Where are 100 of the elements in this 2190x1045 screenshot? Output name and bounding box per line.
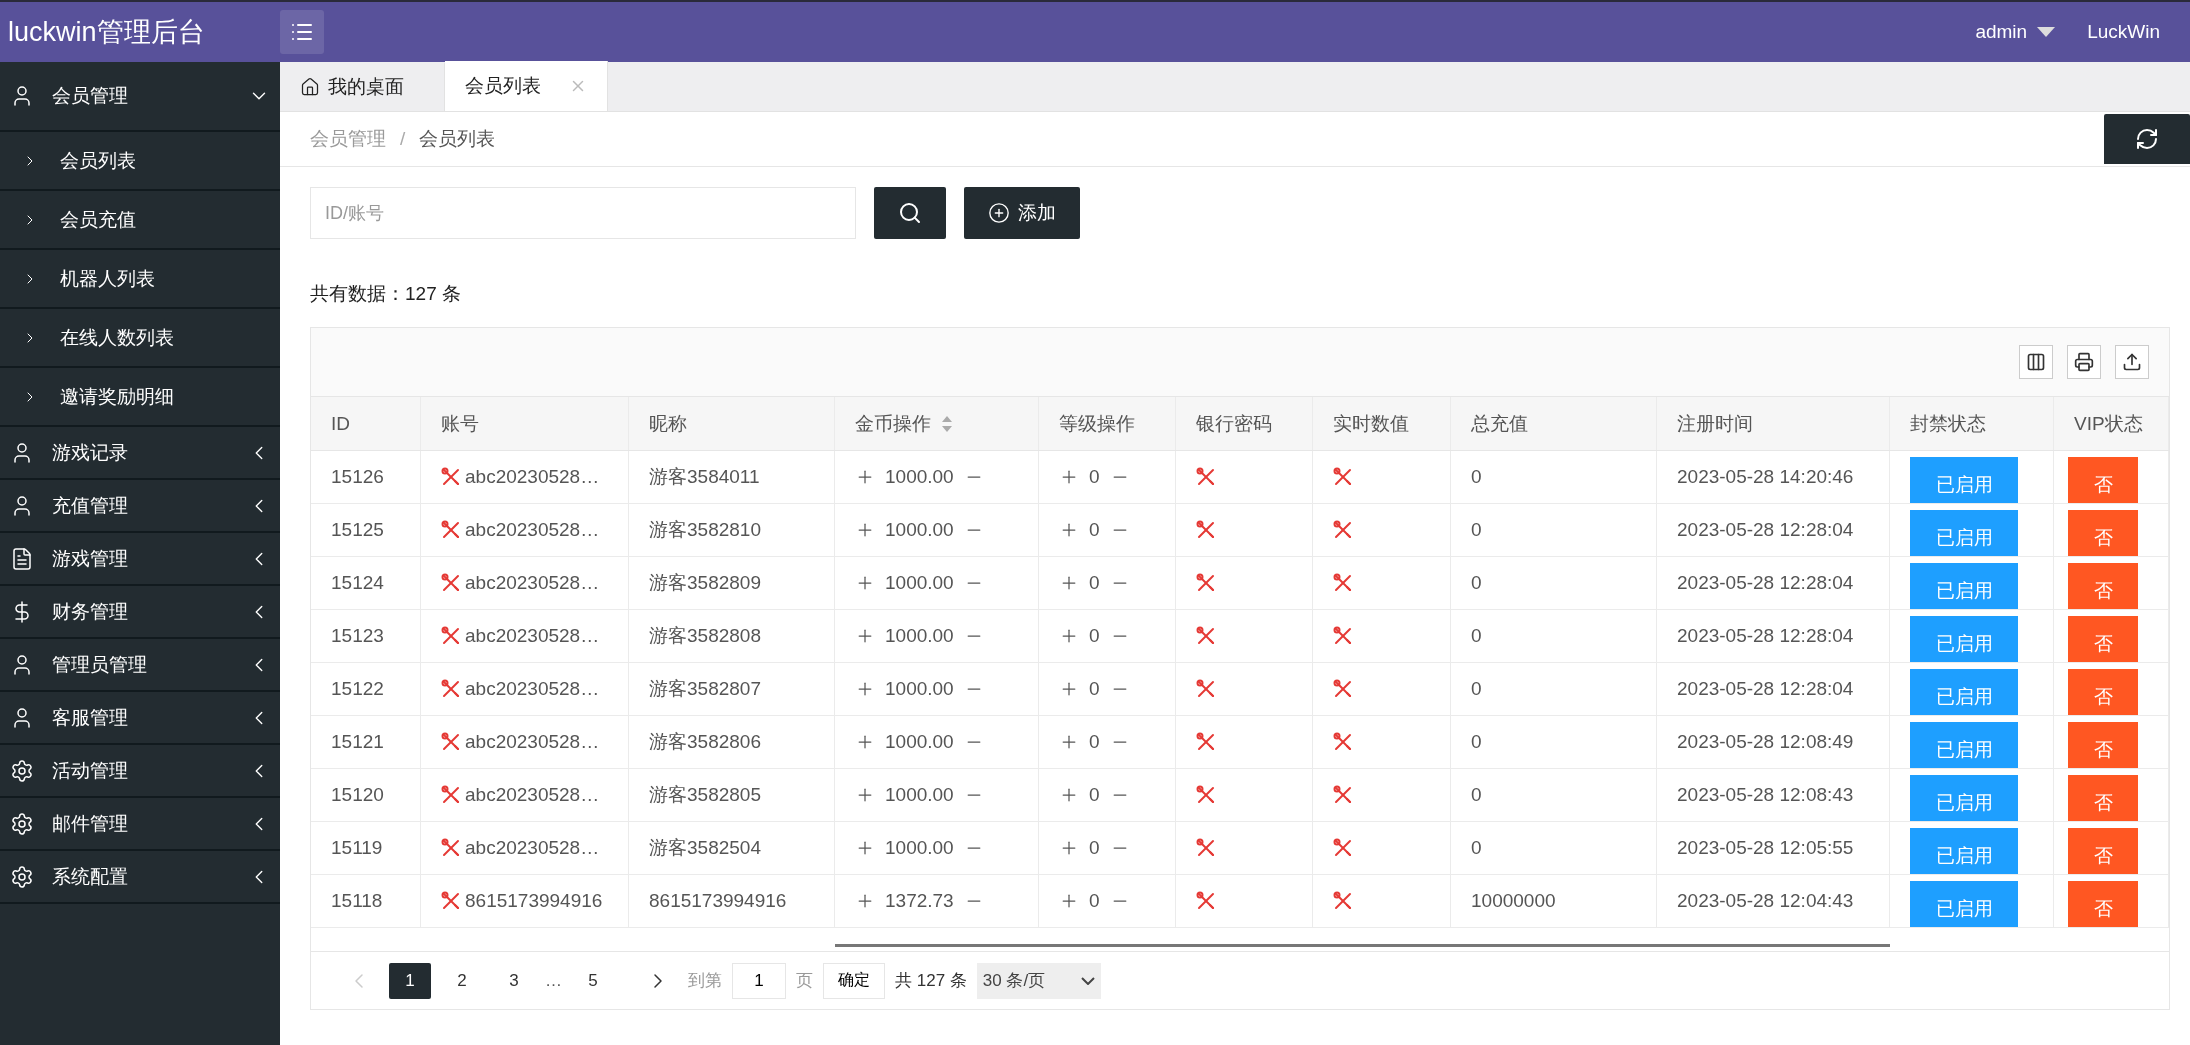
- goto-label: 到第: [688, 970, 722, 992]
- sidebar-group[interactable]: 客服管理: [0, 692, 280, 745]
- table-cell: 1000.00: [885, 678, 954, 700]
- columns-button[interactable]: [2019, 345, 2053, 379]
- tools-icon[interactable]: [1196, 891, 1216, 911]
- page-button[interactable]: 3: [493, 962, 535, 999]
- refresh-icon: [2135, 127, 2159, 151]
- confirm-button[interactable]: 确定: [823, 962, 885, 999]
- printer-icon: [2074, 352, 2094, 372]
- table-cell: 15123: [331, 625, 384, 647]
- chevron-icon: [1080, 976, 1095, 985]
- add-button[interactable]: 添加: [964, 187, 1080, 239]
- caret-icon: [2037, 27, 2056, 37]
- table-cell: 2023-05-28 12:28:04: [1677, 519, 1854, 541]
- tools-icon[interactable]: [441, 732, 461, 752]
- table-cell: abc20230528…: [465, 678, 600, 700]
- table-cell: 0: [1089, 625, 1100, 647]
- sidebar-group[interactable]: 游戏记录: [0, 427, 280, 480]
- tools-icon[interactable]: [441, 838, 461, 858]
- tools-icon[interactable]: [1333, 467, 1353, 487]
- table-cell: 15119: [331, 837, 383, 859]
- group-icon: [10, 758, 34, 783]
- table-cell: 8615173994916: [465, 890, 603, 912]
- column-header: 注册时间: [1677, 411, 1753, 436]
- table-cell: 0: [1471, 625, 1482, 647]
- table-cell: 0: [1471, 784, 1482, 806]
- record-count: 共有数据：127 条: [310, 282, 462, 306]
- sidebar-group[interactable]: 管理员管理: [0, 639, 280, 692]
- table-cell: 0: [1089, 837, 1100, 859]
- table-cell: 1000.00: [885, 731, 954, 753]
- table-cell: 2023-05-28 12:28:04: [1677, 625, 1854, 647]
- column-header: 金币操作: [855, 411, 931, 436]
- tools-icon[interactable]: [1196, 679, 1216, 699]
- tools-icon[interactable]: [1196, 732, 1216, 752]
- tools-icon[interactable]: [441, 785, 461, 805]
- table-cell: 1372.73: [885, 890, 954, 912]
- table-cell-text: 游客3582504: [649, 836, 761, 860]
- sidebar-group[interactable]: 系统配置: [0, 851, 280, 904]
- tools-icon[interactable]: [1196, 573, 1216, 593]
- group-icon: [10, 546, 34, 571]
- tools-icon[interactable]: [1333, 785, 1353, 805]
- group-icon: [10, 811, 34, 836]
- table-cell: abc20230528…: [465, 519, 600, 541]
- menu-button[interactable]: [280, 10, 324, 54]
- search-icon: [898, 201, 922, 225]
- tools-icon[interactable]: [1196, 520, 1216, 540]
- print-button[interactable]: [2067, 345, 2101, 379]
- table-cell-text: 游客3584011: [649, 465, 760, 489]
- table-cell: 8615173994916: [649, 890, 787, 912]
- page-ellipsis: …: [545, 970, 562, 991]
- tools-icon[interactable]: [441, 626, 461, 646]
- tools-icon[interactable]: [1333, 520, 1353, 540]
- tools-icon[interactable]: [441, 679, 461, 699]
- sidebar-group[interactable]: 游戏管理: [0, 533, 280, 586]
- tools-icon[interactable]: [1333, 573, 1353, 593]
- table-cell: abc20230528…: [465, 837, 600, 859]
- tools-icon[interactable]: [441, 467, 461, 487]
- tools-icon[interactable]: [441, 520, 461, 540]
- tools-icon[interactable]: [1333, 679, 1353, 699]
- search-field[interactable]: ID/账号: [310, 187, 856, 239]
- page-input[interactable]: 1: [732, 962, 786, 999]
- search-button[interactable]: [874, 187, 946, 239]
- tools-icon[interactable]: [441, 891, 461, 911]
- page-button[interactable]: 1: [389, 962, 431, 999]
- tab[interactable]: 会员列表: [445, 61, 608, 111]
- column-header: 等级操作: [1059, 411, 1135, 436]
- table-cell: 15126: [331, 466, 384, 488]
- sidebar-group[interactable]: 财务管理: [0, 586, 280, 639]
- breadcrumb-link[interactable]: 会员列表: [419, 126, 496, 152]
- page-button[interactable]: 5: [572, 962, 614, 999]
- sidebar-group[interactable]: 邮件管理: [0, 798, 280, 851]
- sidebar-group[interactable]: 充值管理: [0, 480, 280, 533]
- table-cell: 0: [1471, 837, 1482, 859]
- brand-link[interactable]: LuckWin: [2087, 21, 2160, 43]
- tools-icon[interactable]: [1196, 467, 1216, 487]
- tools-icon[interactable]: [1196, 785, 1216, 805]
- plus-circle-icon: [988, 202, 1010, 224]
- page-size-select[interactable]: 30 条/页: [976, 962, 1101, 999]
- table-cell: 1000.00: [885, 625, 954, 647]
- user-menu[interactable]: admin: [1975, 21, 2056, 43]
- column-header: VIP状态: [2074, 411, 2143, 436]
- tools-icon[interactable]: [1333, 891, 1353, 911]
- table-cell: 0: [1471, 678, 1482, 700]
- tools-icon[interactable]: [1333, 626, 1353, 646]
- table-cell: 0: [1471, 519, 1482, 541]
- sidebar-group[interactable]: 活动管理: [0, 745, 280, 798]
- table-cell-text: 游客3582805: [649, 783, 761, 807]
- total-count: 共 127 条: [895, 970, 967, 992]
- tools-icon[interactable]: [1196, 838, 1216, 858]
- sort-icon[interactable]: [941, 414, 953, 433]
- export-button[interactable]: [2115, 345, 2149, 379]
- page-button[interactable]: 2: [441, 962, 483, 999]
- table-cell: 0: [1471, 572, 1482, 594]
- tools-icon[interactable]: [1333, 732, 1353, 752]
- tools-icon[interactable]: [441, 573, 461, 593]
- column-header: 实时数值: [1333, 411, 1409, 436]
- refresh-button[interactable]: [2104, 114, 2190, 164]
- tools-icon[interactable]: [1196, 626, 1216, 646]
- tools-icon[interactable]: [1333, 838, 1353, 858]
- table-cell: 15120: [331, 784, 384, 806]
